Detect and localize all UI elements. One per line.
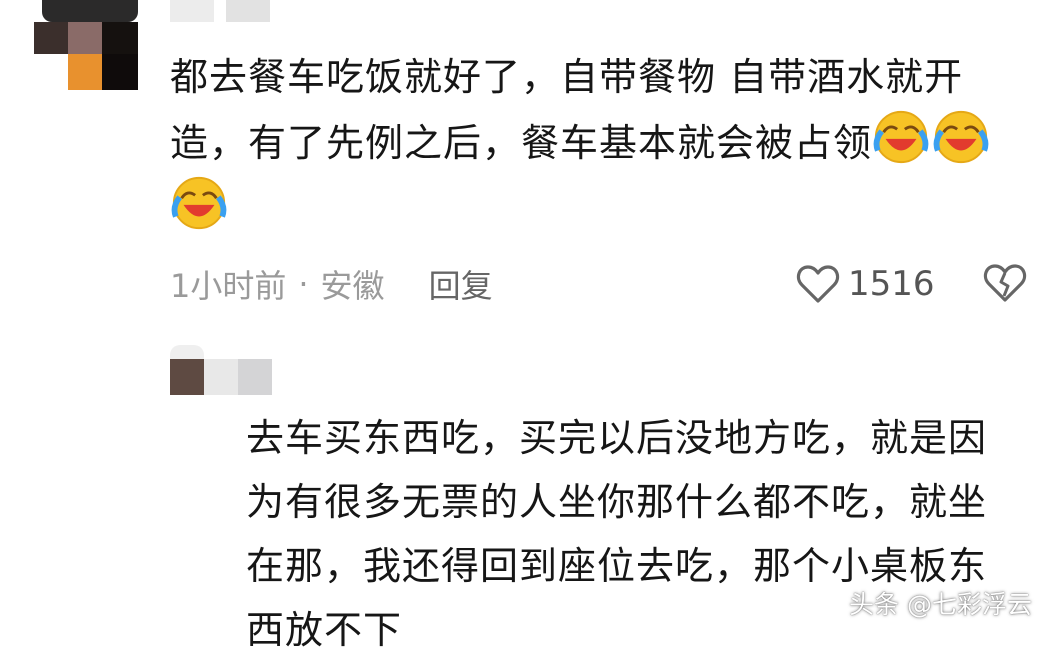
reply-body: 去车买东西吃，买完以后没地方吃，就是因 为有很多无票的人坐你那什么都不吃，就坐 …: [246, 406, 1036, 662]
comment-line-1: 都去餐车吃饭就好了，自带餐物 自带酒水就开: [170, 55, 964, 99]
reply-button[interactable]: 回复: [429, 261, 493, 307]
like-count: 1516: [848, 264, 935, 304]
commenter-name-blurred[interactable]: [170, 0, 270, 22]
comment-meta: 1小时前 · 安徽 回复: [170, 262, 493, 306]
replier-avatar[interactable]: [170, 345, 272, 395]
watermark: 头条 @七彩浮云: [849, 590, 1032, 619]
commenter-avatar[interactable]: [34, 0, 138, 92]
comment-line-2: 造，有了先例之后，餐车基本就会被占领: [170, 108, 1020, 174]
reply-line-1: 去车买东西吃，买完以后没地方吃，就是因: [246, 416, 988, 460]
comment-time: 1小时前: [170, 267, 287, 305]
comment-body: 都去餐车吃饭就好了，自带餐物 自带酒水就开 造，有了先例之后，餐车基本就会被占领: [170, 46, 1020, 240]
laugh-cry-emoji-icon: [171, 176, 227, 230]
broken-heart-icon: [983, 264, 1027, 302]
laugh-cry-emoji-icon: [873, 110, 929, 164]
like-button[interactable]: 1516: [796, 262, 935, 306]
heart-icon: [796, 265, 840, 303]
comment-location: 安徽: [320, 267, 385, 305]
comment-line-3: [170, 174, 1020, 240]
reply-line-2: 为有很多无票的人坐你那什么都不吃，就坐: [246, 480, 988, 524]
meta-separator: ·: [298, 265, 309, 303]
laugh-cry-emoji-icon: [933, 110, 989, 164]
dislike-button[interactable]: [983, 262, 1027, 308]
